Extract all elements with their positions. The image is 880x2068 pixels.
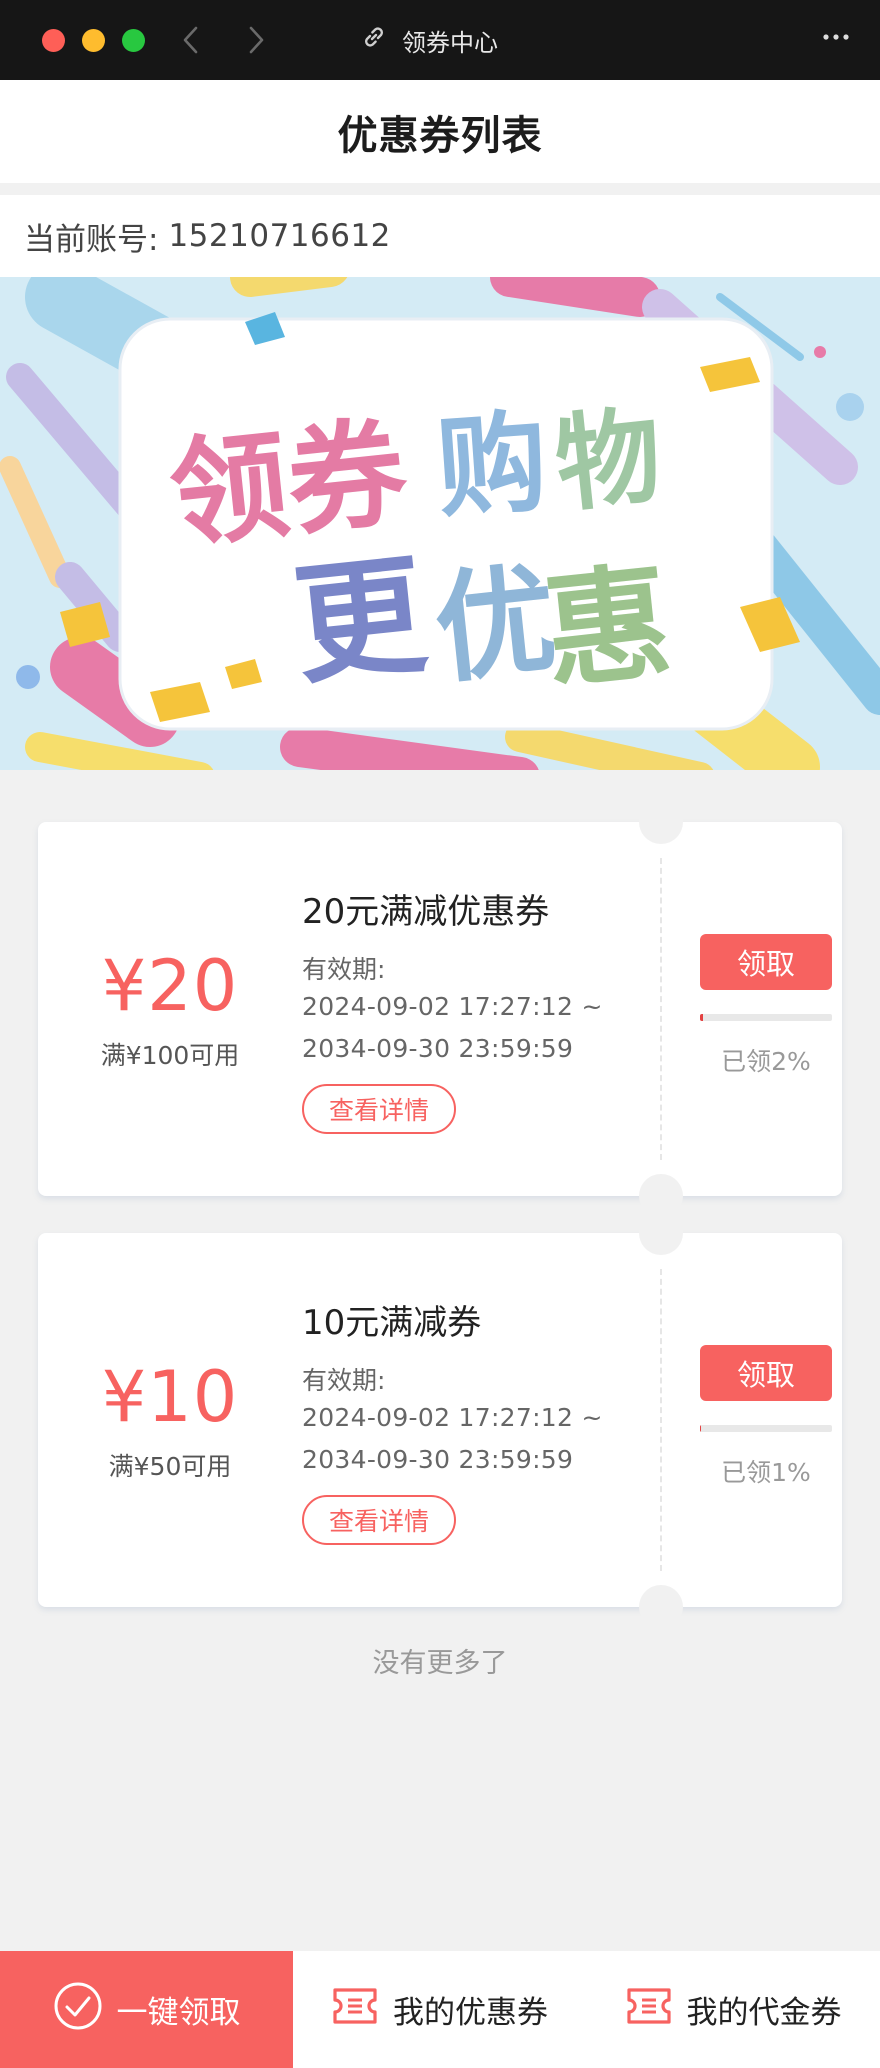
my-vouchers-button[interactable]: 我的代金券: [586, 1951, 880, 2068]
coupon-card: ¥10 满¥50可用 10元满减券 有效期: 2024-09-02 17:27:…: [38, 1211, 842, 1629]
no-more-text: 没有更多了: [372, 1648, 508, 1679]
coupon-valid-from: 2024-09-02 17:27:12 ~: [302, 992, 603, 1021]
chevron-right-icon[interactable]: [241, 22, 271, 58]
coupon-threshold: 满¥100可用: [100, 1041, 240, 1070]
link-icon: [360, 23, 388, 57]
claimed-percent-text: 已领1%: [721, 1458, 811, 1487]
svg-text:领券: 领券: [164, 403, 414, 565]
coupon-card: ¥20 满¥100可用 20元满减优惠券 有效期: 2024-09-02 17:…: [38, 800, 842, 1218]
claim-progress-bar: [700, 1425, 832, 1432]
banner-illustration: 领券 购 物 更 优 惠: [0, 277, 880, 770]
claim-progress-fill: [700, 1014, 703, 1021]
coupon-validity-label: 有效期:: [302, 955, 386, 984]
svg-text:更: 更: [287, 538, 433, 703]
svg-text:物: 物: [550, 395, 667, 527]
svg-text:惠: 惠: [538, 550, 677, 707]
maximize-window-button[interactable]: [122, 29, 145, 52]
my-coupons-label: 我的优惠券: [393, 1995, 548, 2031]
coupon-amount: ¥20: [101, 945, 239, 1027]
claim-button[interactable]: 领取: [700, 934, 832, 990]
check-circle-icon: [53, 1981, 103, 2039]
window-title-text: 领券中心: [402, 28, 498, 57]
coupon-amount: ¥10: [101, 1356, 239, 1438]
claim-all-label: 一键领取: [116, 1995, 241, 2031]
ticket-icon: [331, 1986, 379, 2034]
coupon-threshold: 满¥50可用: [108, 1452, 232, 1481]
page-title: 优惠券列表: [337, 112, 543, 159]
window-title: 领券中心: [360, 20, 498, 60]
coupon-valid-to: 2034-09-30 23:59:59: [302, 1034, 574, 1063]
my-coupons-button[interactable]: 我的优惠券: [293, 1951, 586, 2068]
account-label: 当前账号:: [24, 221, 159, 258]
chevron-left-icon[interactable]: [176, 22, 206, 58]
more-horizontal-icon[interactable]: [816, 20, 856, 60]
window-titlebar: 领券中心: [0, 0, 880, 80]
bottom-action-bar: 一键领取 我的优惠券 我的代金券: [0, 1951, 880, 2068]
svg-text:购: 购: [433, 398, 552, 533]
coupon-name: 20元满减优惠券: [302, 892, 550, 932]
account-number: 15210716612: [168, 218, 391, 254]
promo-banner[interactable]: 领券 购 物 更 优 惠: [0, 277, 880, 770]
coupon-valid-to: 2034-09-30 23:59:59: [302, 1445, 574, 1474]
claim-progress-bar: [700, 1014, 832, 1021]
coupon-validity-label: 有效期:: [302, 1366, 386, 1395]
close-window-button[interactable]: [42, 29, 65, 52]
claim-progress-fill: [700, 1425, 702, 1432]
ticket-icon: [625, 1986, 673, 2034]
coupon-name: 10元满减券: [302, 1303, 482, 1343]
claim-button[interactable]: 领取: [700, 1345, 832, 1401]
coupon-valid-from: 2024-09-02 17:27:12 ~: [302, 1403, 603, 1432]
claim-all-button[interactable]: 一键领取: [0, 1951, 293, 2068]
my-vouchers-label: 我的代金券: [686, 1995, 842, 2031]
view-details-button[interactable]: 查看详情: [302, 1084, 456, 1134]
page-header: 优惠券列表: [0, 80, 880, 183]
view-details-button[interactable]: 查看详情: [302, 1495, 456, 1545]
account-row: 当前账号: 15210716612: [0, 195, 880, 277]
claimed-percent-text: 已领2%: [721, 1047, 811, 1076]
minimize-window-button[interactable]: [82, 29, 105, 52]
